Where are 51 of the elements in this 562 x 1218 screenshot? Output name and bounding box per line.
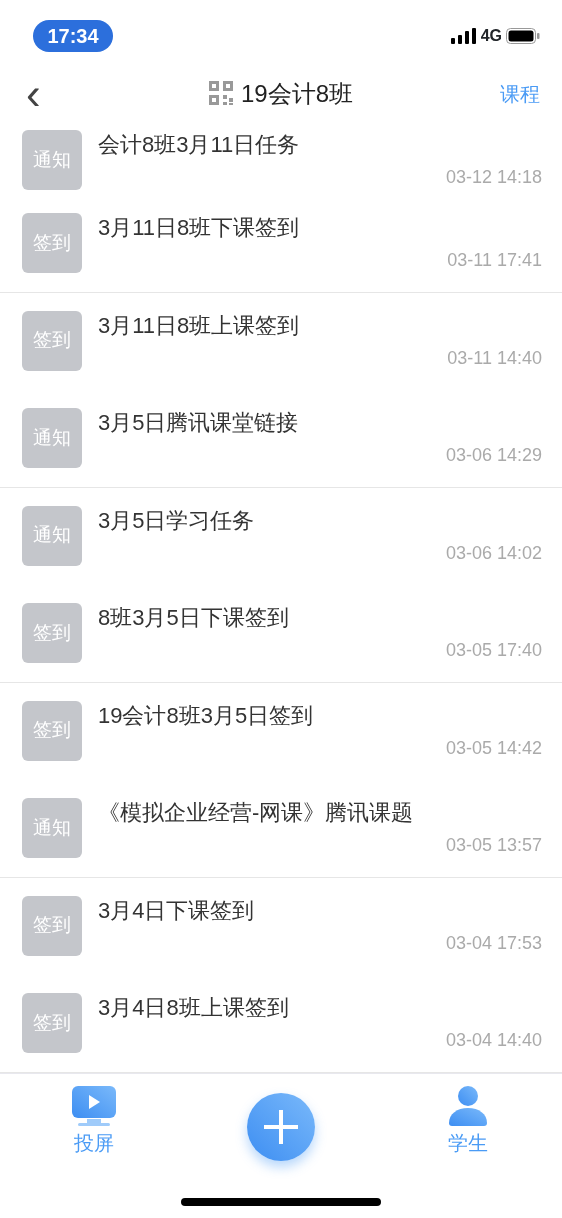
item-time: 03-05 17:40 [445, 639, 542, 662]
item-title: 3月4日下课签到 [98, 896, 256, 925]
category-tag: 签到 [22, 700, 82, 761]
item-title: 3月5日学习任务 [98, 506, 256, 535]
item-title: 《模拟企业经营-网课》腾讯课题 [98, 799, 415, 827]
item-time: 03-12 14:18 [445, 166, 542, 189]
item-time: 03-05 14:42 [445, 736, 542, 760]
category-tag: 签到 [22, 603, 82, 663]
item-title: 3月4日8班上课签到 [98, 994, 290, 1022]
category-tag: 通知 [22, 408, 82, 468]
item-time: 03-05 13:57 [445, 834, 542, 857]
list-item[interactable]: 签到 3月11日8班上课签到 03-11 14:40 [0, 292, 562, 390]
network-label: 4G [480, 25, 502, 46]
item-time: 03-06 14:02 [445, 541, 542, 565]
add-button[interactable] [246, 1093, 315, 1161]
list-item[interactable]: 签到 3月4日8班上课签到 03-04 14:40 [0, 975, 562, 1073]
category-tag: 通知 [22, 130, 82, 190]
item-time: 03-06 14:29 [445, 444, 542, 467]
item-time: 03-04 14:40 [445, 1029, 542, 1052]
signal-icon [450, 27, 477, 44]
monitor-play-icon [71, 1086, 116, 1126]
list-item[interactable]: 通知 3月5日学习任务 03-06 14:02 [0, 487, 562, 585]
category-tag: 通知 [22, 798, 82, 858]
list-item[interactable]: 通知 会计8班3月11日任务 03-12 14:18 [0, 130, 562, 195]
item-time: 03-04 17:53 [445, 931, 542, 955]
battery-icon [506, 27, 540, 44]
item-title: 3月5日腾讯课堂链接 [98, 409, 300, 437]
category-tag: 签到 [22, 895, 82, 956]
category-tag: 签到 [22, 993, 82, 1053]
item-title: 3月11日8班上课签到 [98, 311, 301, 340]
item-title: 19会计8班3月5日签到 [98, 701, 315, 730]
list-item[interactable]: 签到 8班3月5日下课签到 03-05 17:40 [0, 585, 562, 683]
category-tag: 签到 [22, 213, 82, 273]
item-time: 03-11 14:40 [447, 346, 542, 370]
item-time: 03-11 17:41 [447, 249, 542, 272]
back-button[interactable]: ‹ [22, 72, 45, 116]
plus-icon [263, 1110, 298, 1144]
category-tag: 通知 [22, 505, 82, 566]
list-item[interactable]: 通知 《模拟企业经营-网课》腾讯课题 03-05 13:57 [0, 780, 562, 878]
list-item[interactable]: 签到 3月11日8班下课签到 03-11 17:41 [0, 195, 562, 293]
category-tag: 签到 [22, 310, 82, 371]
list-item[interactable]: 签到 19会计8班3月5日签到 03-05 14:42 [0, 682, 562, 780]
list-item[interactable]: 签到 3月4日下课签到 03-04 17:53 [0, 877, 562, 975]
qr-code-icon [208, 81, 233, 107]
item-title: 3月11日8班下课签到 [98, 214, 301, 242]
item-title: 8班3月5日下课签到 [98, 604, 290, 632]
page-title: 19会计8班 [240, 79, 353, 109]
list-item[interactable]: 通知 3月5日腾讯课堂链接 03-06 14:29 [0, 390, 562, 488]
item-title: 会计8班3月11日任务 [98, 131, 301, 159]
status-time: 17:34 [33, 19, 113, 52]
person-icon [448, 1086, 487, 1126]
